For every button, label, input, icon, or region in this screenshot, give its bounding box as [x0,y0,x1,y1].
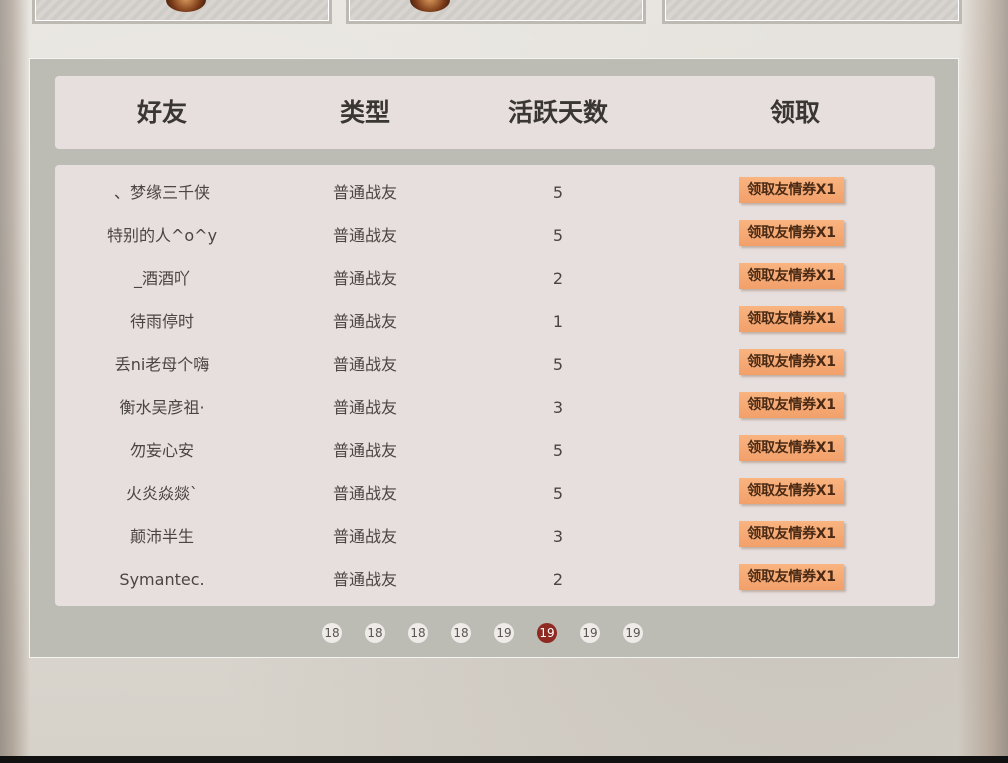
friend-type: 普通战友 [332,484,398,503]
emblem-icon [410,0,450,12]
friend-name: 丢ni老母个嗨 [114,355,210,374]
friend-name: 待雨停时 [129,312,195,331]
friend-type: 普通战友 [332,355,398,374]
friend-type: 普通战友 [332,570,398,589]
active-days: 5 [552,441,564,460]
claim-voucher-button[interactable]: 领取友情券X1 [739,220,844,246]
emblem-icon [166,0,206,12]
claim-voucher-button[interactable]: 领取友情券X1 [739,263,844,289]
friends-panel: 好友 类型 活跃天数 领取 、梦缘三千侠 普通战友 5 领取友情券X1 特别的人^o^y… [29,58,959,658]
active-days: 5 [552,226,564,245]
column-header-friend: 好友 [136,98,188,127]
friend-name: 火炎焱燚` [125,484,199,503]
friend-type: 普通战友 [332,441,398,460]
top-card-3[interactable] [665,0,959,21]
active-days: 3 [552,527,564,546]
background-edge-left [0,0,30,763]
claim-voucher-button[interactable]: 领取友情券X1 [739,435,844,461]
background-edge-right [958,0,1008,763]
top-card-2[interactable] [349,0,643,21]
friend-name: 颠沛半生 [129,527,195,546]
friend-type: 普通战友 [332,398,398,417]
table-row: 颠沛半生 普通战友 3 领取友情券X1 [55,515,935,558]
page-button[interactable]: 18 [322,623,342,643]
friend-type: 普通战友 [332,312,398,331]
page-button[interactable]: 19 [580,623,600,643]
claim-voucher-button[interactable]: 领取友情券X1 [739,564,844,590]
table-row: 火炎焱燚` 普通战友 5 领取友情券X1 [55,472,935,515]
friend-name: 勿妄心安 [129,441,195,460]
page-button[interactable]: 18 [408,623,428,643]
table-row: 特别的人^o^y 普通战友 5 领取友情券X1 [55,214,935,257]
claim-voucher-button[interactable]: 领取友情券X1 [739,306,844,332]
active-days: 2 [552,570,564,589]
friend-name: _酒酒吖 [133,269,191,288]
active-days: 2 [552,269,564,288]
active-days: 5 [552,183,564,202]
table-row: Symantec. 普通战友 2 领取友情券X1 [55,558,935,601]
active-days: 3 [552,398,564,417]
table-row: 勿妄心安 普通战友 5 领取友情券X1 [55,429,935,472]
friend-type: 普通战友 [332,269,398,288]
page-button[interactable]: 19 [537,623,557,643]
column-header-claim: 领取 [769,98,821,127]
friend-name: Symantec. [119,570,205,589]
table-row: _酒酒吖 普通战友 2 领取友情券X1 [55,257,935,300]
claim-voucher-button[interactable]: 领取友情券X1 [739,349,844,375]
table-header: 好友 类型 活跃天数 领取 [55,76,935,149]
pagination: 18 18 18 18 19 19 19 19 [30,623,960,645]
page-button[interactable]: 19 [494,623,514,643]
friends-table-body: 、梦缘三千侠 普通战友 5 领取友情券X1 特别的人^o^y 普通战友 5 领取友情券X1 _酒… [55,165,935,606]
table-row: 、梦缘三千侠 普通战友 5 领取友情券X1 [55,171,935,214]
table-row: 衡水吴彦祖· 普通战友 3 领取友情券X1 [55,386,935,429]
table-row: 丢ni老母个嗨 普通战友 5 领取友情券X1 [55,343,935,386]
active-days: 1 [552,312,564,331]
active-days: 5 [552,355,564,374]
table-row: 待雨停时 普通战友 1 领取友情券X1 [55,300,935,343]
friend-name: 衡水吴彦祖· [119,398,205,417]
friend-name: 特别的人^o^y [106,226,218,245]
top-card-1[interactable] [35,0,329,21]
column-header-type: 类型 [339,98,391,127]
page-button[interactable]: 19 [623,623,643,643]
active-days: 5 [552,484,564,503]
page-button[interactable]: 18 [365,623,385,643]
friend-type: 普通战友 [332,226,398,245]
claim-voucher-button[interactable]: 领取友情券X1 [739,177,844,203]
column-header-active-days: 活跃天数 [507,98,609,127]
friend-type: 普通战友 [332,183,398,202]
claim-voucher-button[interactable]: 领取友情券X1 [739,392,844,418]
claim-voucher-button[interactable]: 领取友情券X1 [739,478,844,504]
friend-type: 普通战友 [332,527,398,546]
friend-name: 、梦缘三千侠 [113,183,211,202]
claim-voucher-button[interactable]: 领取友情券X1 [739,521,844,547]
page-button[interactable]: 18 [451,623,471,643]
bottom-bar [0,756,1008,763]
